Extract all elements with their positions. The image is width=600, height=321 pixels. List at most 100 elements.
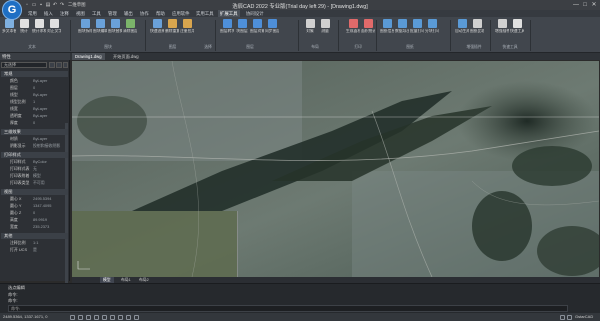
ribbon-button[interactable]: 增强插件: [495, 19, 509, 43]
property-row[interactable]: 厚度 0: [1, 120, 68, 126]
ribbon-button[interactable]: 清除图层: [123, 19, 137, 43]
ribbon-tab[interactable]: 管理: [106, 10, 119, 17]
maximize-button[interactable]: □: [581, 1, 589, 9]
ribbon-button-label: 统计求和: [32, 29, 46, 33]
print-icon[interactable]: ▤: [45, 2, 51, 8]
tool-icon: [152, 19, 162, 28]
property-row[interactable]: 打印表类型 不可用: [1, 180, 68, 186]
toggle-pickadd-icon[interactable]: [49, 62, 55, 68]
property-row[interactable]: 材质 ByLayer: [1, 136, 68, 142]
ribbon-tab[interactable]: 实用工具: [194, 10, 216, 17]
ribbon-button[interactable]: 图块编辑: [93, 19, 107, 43]
property-row[interactable]: 线宽 ByLayer: [1, 106, 68, 112]
quick-select-icon[interactable]: [63, 62, 68, 68]
document-tab[interactable]: Drawing1.dwg: [72, 53, 105, 60]
ribbon-button[interactable]: 分块打印: [425, 19, 439, 43]
ribbon-tab[interactable]: 输出: [122, 10, 135, 17]
ribbon-button[interactable]: 图纸比较: [470, 19, 484, 43]
property-row[interactable]: 透明度 ByLayer: [1, 113, 68, 119]
ribbon-tab[interactable]: 常用: [26, 10, 39, 17]
ribbon-button-label: 快速工具: [510, 29, 524, 33]
lineweight-toggle-icon[interactable]: [118, 314, 123, 320]
ribbon-tab[interactable]: 协同设计: [244, 10, 266, 17]
redo-icon[interactable]: ↷: [59, 2, 65, 8]
polar-toggle-icon[interactable]: [94, 314, 99, 320]
ribbon-button[interactable]: 注册应用: [180, 19, 194, 43]
ribbon-button[interactable]: 面积统计: [361, 19, 375, 43]
property-row[interactable]: 颜色 ByLayer: [1, 78, 68, 84]
ribbon-tab[interactable]: 视图: [74, 10, 87, 17]
ribbon-button[interactable]: 图块替换: [108, 19, 122, 43]
ribbon-tab[interactable]: 应用软件: [170, 10, 192, 17]
ribbon-button[interactable]: 自动生成: [455, 19, 469, 43]
properties-section-header[interactable]: 三维效果: [1, 129, 68, 135]
property-row[interactable]: 圆心 Y 1347.4095: [1, 203, 68, 209]
document-tab[interactable]: 开始页面.dwg: [110, 53, 142, 60]
ribbon-tab[interactable]: 协作: [138, 10, 151, 17]
property-row[interactable]: 宽度 235.2373: [1, 224, 68, 230]
property-row[interactable]: 圆心 X 2495.5394: [1, 196, 68, 202]
ribbon-button[interactable]: 删除重复: [165, 19, 179, 43]
property-row[interactable]: 打开 UCS 是: [1, 247, 68, 253]
transparency-toggle-icon[interactable]: [126, 314, 131, 320]
ribbon-button[interactable]: 图层转块: [220, 19, 234, 43]
undo-icon[interactable]: ↶: [52, 2, 58, 8]
ribbon-button[interactable]: 图层对象: [250, 19, 264, 43]
ribbon-button[interactable]: 统计: [17, 19, 31, 43]
ribbon-button[interactable]: 对正文字: [47, 19, 61, 43]
ribbon-button[interactable]: 生成面积: [346, 19, 360, 43]
property-row[interactable]: 图层 0: [1, 85, 68, 91]
ribbon-button[interactable]: 统计求和: [32, 19, 46, 43]
ribbon-tab[interactable]: 插入: [42, 10, 55, 17]
osnap-toggle-icon[interactable]: [102, 314, 107, 320]
open-file-icon[interactable]: ▭: [31, 2, 37, 8]
property-value: 不可用: [33, 180, 45, 185]
properties-section-header[interactable]: 视图: [1, 189, 68, 195]
otrack-toggle-icon[interactable]: [110, 314, 115, 320]
ribbon-button[interactable]: 快速工具: [510, 19, 524, 43]
snap-toggle-icon[interactable]: [70, 314, 75, 320]
ribbon-button[interactable]: 数据导出: [395, 19, 409, 43]
select-objects-icon[interactable]: [56, 62, 62, 68]
property-row[interactable]: 打印样式 ByColor: [1, 159, 68, 165]
ribbon-button[interactable]: 块图层: [235, 19, 249, 43]
ribbon-separator: [215, 20, 216, 51]
ribbon-tab[interactable]: 扩展工具: [218, 10, 240, 17]
ribbon-button[interactable]: 快速选择: [150, 19, 164, 43]
workspace-selector[interactable]: 二维草图: [68, 2, 86, 8]
minimize-button[interactable]: —: [572, 1, 580, 9]
ribbon-tab[interactable]: 帮助: [154, 10, 167, 17]
save-icon[interactable]: ▪: [38, 2, 44, 8]
property-row[interactable]: 打印样式表无: [1, 166, 68, 172]
selection-cycling-icon[interactable]: [134, 314, 139, 320]
ribbon-tab[interactable]: 工具: [90, 10, 103, 17]
fullscreen-icon[interactable]: [567, 314, 572, 320]
property-row[interactable]: 圆心 Z 0: [1, 210, 68, 216]
command-input[interactable]: 命令:: [8, 305, 568, 312]
close-button[interactable]: ✕: [590, 1, 598, 9]
property-row[interactable]: 注释比例 1:1: [1, 240, 68, 246]
ribbon-button[interactable]: 图块拆除: [78, 19, 92, 43]
ribbon-button[interactable]: 图纸信息: [380, 19, 394, 43]
property-row[interactable]: 阴影显示 投射和接收阴影: [1, 143, 68, 149]
new-file-icon[interactable]: ▫: [24, 2, 30, 8]
ribbon-button[interactable]: 批量打印: [410, 19, 424, 43]
ribbon-button[interactable]: 多文本替换: [2, 19, 16, 43]
app-logo[interactable]: G: [2, 0, 22, 20]
ortho-toggle-icon[interactable]: [86, 314, 91, 320]
properties-section-header[interactable]: 其他: [1, 233, 68, 239]
selection-dropdown[interactable]: 无选择: [1, 62, 47, 68]
property-row[interactable]: 线型比例 1: [1, 99, 68, 105]
drawing-canvas[interactable]: [72, 61, 599, 277]
ribbon-button[interactable]: 同步图层: [265, 19, 279, 43]
grid-toggle-icon[interactable]: [78, 314, 83, 320]
properties-section-header[interactable]: 打印样式: [1, 152, 68, 158]
property-row[interactable]: 线型 ByLayer: [1, 92, 68, 98]
property-row[interactable]: 高度 89.9919: [1, 217, 68, 223]
property-row[interactable]: 打印表附着 模型: [1, 173, 68, 179]
ribbon-button[interactable]: 对象: [303, 19, 317, 43]
ribbon-tab[interactable]: 注释: [58, 10, 71, 17]
ribbon-button[interactable]: 测量: [318, 19, 332, 43]
settings-icon[interactable]: [560, 314, 565, 320]
properties-section-header[interactable]: 常规: [1, 71, 68, 77]
